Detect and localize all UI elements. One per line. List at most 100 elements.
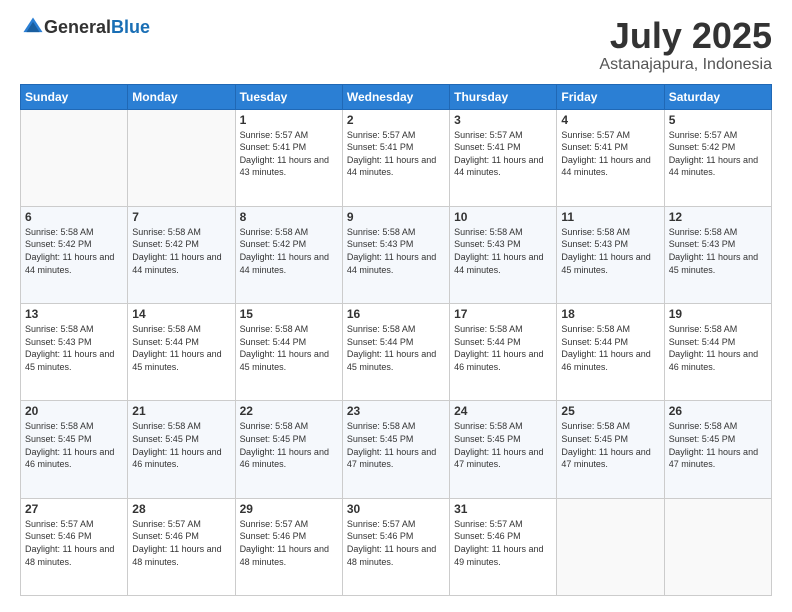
day-info: Sunrise: 5:58 AM Sunset: 5:42 PM Dayligh… xyxy=(132,226,230,276)
month-title: July 2025 xyxy=(599,16,772,56)
calendar-cell: 5Sunrise: 5:57 AM Sunset: 5:42 PM Daylig… xyxy=(664,109,771,206)
day-number: 12 xyxy=(669,210,767,224)
day-number: 26 xyxy=(669,404,767,418)
calendar-cell: 25 Sunrise: 5:58 AM Sunset: 5:45 PM Dayli… xyxy=(557,401,664,498)
col-sunday: Sunday xyxy=(21,84,128,109)
day-info: Sunrise: 5:58 AM Sunset: 5:43 PM Dayligh… xyxy=(25,323,123,373)
calendar-week-1: 1 Sunrise: 5:57 AM Sunset: 5:41 PM Daylig… xyxy=(21,109,772,206)
day-number: 3 xyxy=(454,113,552,127)
calendar-cell xyxy=(664,498,771,595)
calendar-cell: 13 Sunrise: 5:58 AM Sunset: 5:43 PM Dayli… xyxy=(21,304,128,401)
day-info: Sunrise: 5:57 AM Sunset: 5:41 PM Dayligh… xyxy=(347,129,445,179)
calendar-cell: 10Sunrise: 5:58 AM Sunset: 5:43 PM Dayli… xyxy=(450,206,557,303)
day-info: Sunrise: 5:58 AM Sunset: 5:45 PM Dayligh… xyxy=(132,420,230,470)
calendar-cell: 31 Sunrise: 5:57 AM Sunset: 5:46 PM Dayli… xyxy=(450,498,557,595)
calendar-cell xyxy=(128,109,235,206)
calendar-cell: 20 Sunrise: 5:58 AM Sunset: 5:45 PM Dayli… xyxy=(21,401,128,498)
logo: GeneralBlue xyxy=(20,16,150,38)
calendar-week-5: 27 Sunrise: 5:57 AM Sunset: 5:46 PM Dayli… xyxy=(21,498,772,595)
day-info: Sunrise: 5:58 AM Sunset: 5:44 PM Dayligh… xyxy=(240,323,338,373)
day-number: 5 xyxy=(669,113,767,127)
day-info: Sunrise: 5:57 AM Sunset: 5:46 PM Dayligh… xyxy=(132,518,230,568)
day-info: Sunrise: 5:57 AM Sunset: 5:41 PM Dayligh… xyxy=(454,129,552,179)
calendar-cell: 23 Sunrise: 5:58 AM Sunset: 5:45 PM Dayli… xyxy=(342,401,449,498)
day-number: 28 xyxy=(132,502,230,516)
calendar-cell: 6Sunrise: 5:58 AM Sunset: 5:42 PM Daylig… xyxy=(21,206,128,303)
calendar-cell: 12 Sunrise: 5:58 AM Sunset: 5:43 PM Dayli… xyxy=(664,206,771,303)
day-number: 25 xyxy=(561,404,659,418)
header: GeneralBlue July 2025 Astanajapura, Indo… xyxy=(20,16,772,74)
calendar-table: Sunday Monday Tuesday Wednesday Thursday… xyxy=(20,84,772,596)
calendar-cell: 24 Sunrise: 5:58 AM Sunset: 5:45 PM Dayli… xyxy=(450,401,557,498)
calendar-cell: 21 Sunrise: 5:58 AM Sunset: 5:45 PM Dayli… xyxy=(128,401,235,498)
day-number: 22 xyxy=(240,404,338,418)
title-area: July 2025 Astanajapura, Indonesia xyxy=(599,16,772,74)
calendar-cell: 2 Sunrise: 5:57 AM Sunset: 5:41 PM Daylig… xyxy=(342,109,449,206)
day-number: 30 xyxy=(347,502,445,516)
day-number: 23 xyxy=(347,404,445,418)
day-number: 1 xyxy=(240,113,338,127)
day-info: Sunrise: 5:58 AM Sunset: 5:44 PM Dayligh… xyxy=(669,323,767,373)
day-info: Sunrise: 5:57 AM Sunset: 5:46 PM Dayligh… xyxy=(347,518,445,568)
day-info: Sunrise: 5:58 AM Sunset: 5:44 PM Dayligh… xyxy=(132,323,230,373)
day-number: 13 xyxy=(25,307,123,321)
logo-blue: Blue xyxy=(111,17,150,37)
day-info: Sunrise: 5:58 AM Sunset: 5:43 PM Dayligh… xyxy=(669,226,767,276)
day-number: 21 xyxy=(132,404,230,418)
day-number: 27 xyxy=(25,502,123,516)
col-wednesday: Wednesday xyxy=(342,84,449,109)
day-info: Sunrise: 5:57 AM Sunset: 5:46 PM Dayligh… xyxy=(454,518,552,568)
calendar-cell xyxy=(557,498,664,595)
calendar-cell: 28 Sunrise: 5:57 AM Sunset: 5:46 PM Dayli… xyxy=(128,498,235,595)
day-number: 14 xyxy=(132,307,230,321)
day-number: 15 xyxy=(240,307,338,321)
calendar-cell: 15 Sunrise: 5:58 AM Sunset: 5:44 PM Dayli… xyxy=(235,304,342,401)
day-number: 7 xyxy=(132,210,230,224)
calendar-cell: 8Sunrise: 5:58 AM Sunset: 5:42 PM Daylig… xyxy=(235,206,342,303)
day-number: 2 xyxy=(347,113,445,127)
col-thursday: Thursday xyxy=(450,84,557,109)
day-info: Sunrise: 5:57 AM Sunset: 5:46 PM Dayligh… xyxy=(25,518,123,568)
col-friday: Friday xyxy=(557,84,664,109)
calendar-cell: 18 Sunrise: 5:58 AM Sunset: 5:44 PM Dayli… xyxy=(557,304,664,401)
calendar-cell: 11 Sunrise: 5:58 AM Sunset: 5:43 PM Dayli… xyxy=(557,206,664,303)
calendar-cell: 29 Sunrise: 5:57 AM Sunset: 5:46 PM Dayli… xyxy=(235,498,342,595)
day-info: Sunrise: 5:57 AM Sunset: 5:46 PM Dayligh… xyxy=(240,518,338,568)
day-number: 19 xyxy=(669,307,767,321)
calendar-cell: 22 Sunrise: 5:58 AM Sunset: 5:45 PM Dayli… xyxy=(235,401,342,498)
calendar-cell: 4 Sunrise: 5:57 AM Sunset: 5:41 PM Daylig… xyxy=(557,109,664,206)
day-info: Sunrise: 5:58 AM Sunset: 5:45 PM Dayligh… xyxy=(347,420,445,470)
calendar-cell: 3 Sunrise: 5:57 AM Sunset: 5:41 PM Daylig… xyxy=(450,109,557,206)
calendar-week-3: 13 Sunrise: 5:58 AM Sunset: 5:43 PM Dayli… xyxy=(21,304,772,401)
calendar-cell: 19 Sunrise: 5:58 AM Sunset: 5:44 PM Dayli… xyxy=(664,304,771,401)
location-title: Astanajapura, Indonesia xyxy=(599,56,772,74)
day-number: 18 xyxy=(561,307,659,321)
day-info: Sunrise: 5:58 AM Sunset: 5:44 PM Dayligh… xyxy=(561,323,659,373)
calendar-cell xyxy=(21,109,128,206)
day-number: 31 xyxy=(454,502,552,516)
day-info: Sunrise: 5:58 AM Sunset: 5:42 PM Dayligh… xyxy=(25,226,123,276)
day-number: 20 xyxy=(25,404,123,418)
calendar-cell: 26 Sunrise: 5:58 AM Sunset: 5:45 PM Dayli… xyxy=(664,401,771,498)
calendar-cell: 9Sunrise: 5:58 AM Sunset: 5:43 PM Daylig… xyxy=(342,206,449,303)
day-info: Sunrise: 5:58 AM Sunset: 5:45 PM Dayligh… xyxy=(240,420,338,470)
day-info: Sunrise: 5:57 AM Sunset: 5:41 PM Dayligh… xyxy=(561,129,659,179)
day-info: Sunrise: 5:58 AM Sunset: 5:43 PM Dayligh… xyxy=(561,226,659,276)
day-info: Sunrise: 5:58 AM Sunset: 5:43 PM Dayligh… xyxy=(347,226,445,276)
day-info: Sunrise: 5:58 AM Sunset: 5:45 PM Dayligh… xyxy=(669,420,767,470)
day-number: 16 xyxy=(347,307,445,321)
col-tuesday: Tuesday xyxy=(235,84,342,109)
day-info: Sunrise: 5:58 AM Sunset: 5:45 PM Dayligh… xyxy=(454,420,552,470)
day-info: Sunrise: 5:58 AM Sunset: 5:44 PM Dayligh… xyxy=(347,323,445,373)
day-number: 4 xyxy=(561,113,659,127)
day-number: 11 xyxy=(561,210,659,224)
day-number: 8 xyxy=(240,210,338,224)
day-number: 17 xyxy=(454,307,552,321)
day-number: 29 xyxy=(240,502,338,516)
calendar-cell: 27 Sunrise: 5:57 AM Sunset: 5:46 PM Dayli… xyxy=(21,498,128,595)
calendar-header-row: Sunday Monday Tuesday Wednesday Thursday… xyxy=(21,84,772,109)
day-number: 24 xyxy=(454,404,552,418)
day-info: Sunrise: 5:58 AM Sunset: 5:45 PM Dayligh… xyxy=(25,420,123,470)
calendar-week-4: 20 Sunrise: 5:58 AM Sunset: 5:45 PM Dayli… xyxy=(21,401,772,498)
day-info: Sunrise: 5:58 AM Sunset: 5:45 PM Dayligh… xyxy=(561,420,659,470)
